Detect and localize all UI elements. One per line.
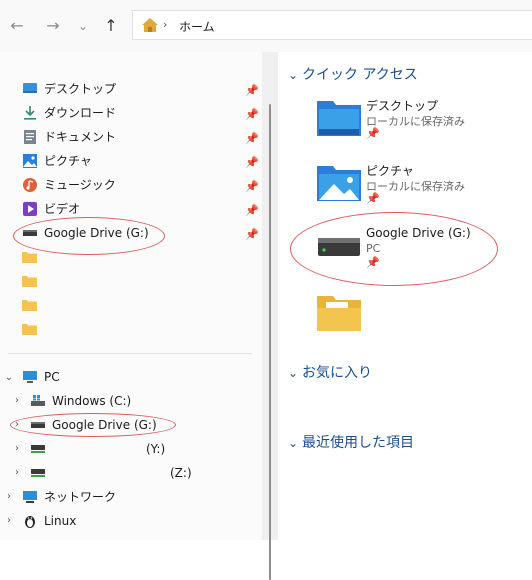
video-icon: [23, 202, 37, 216]
toolbar: ← → ⌄ ↑ › ホーム: [0, 0, 532, 52]
scrollbar-thumb[interactable]: [269, 104, 271, 580]
section-title: クイック アクセス: [302, 67, 418, 83]
pictures-icon: [23, 154, 37, 168]
forward-button[interactable]: →: [42, 16, 64, 36]
divider: [8, 353, 252, 354]
tree-item-linux[interactable]: Linux: [22, 510, 222, 532]
network-icon: [23, 491, 37, 503]
chevron-down-icon: ⌄: [288, 68, 299, 82]
section-quick-access[interactable]: ⌄ クイック アクセス: [288, 64, 418, 84]
pin-icon[interactable]: 📌: [245, 181, 259, 193]
tile-subtitle: ローカルに保存済み: [366, 180, 465, 193]
tree-item-label: Windows (C:): [52, 394, 132, 408]
chevron-down-icon: ⌄: [288, 366, 299, 380]
sidebar-item-label: ドキュメント: [44, 130, 117, 144]
sidebar-item-label: デスクトップ: [44, 82, 117, 96]
breadcrumb-separator: ›: [163, 18, 168, 31]
pin-icon[interactable]: 📌: [245, 205, 259, 217]
highlight-annotation: [13, 217, 165, 255]
pin-icon: 📌: [366, 192, 380, 205]
tree-item-pc[interactable]: PC: [22, 366, 222, 388]
folder-icon[interactable]: [22, 251, 37, 263]
address-bar[interactable]: › ホーム: [132, 10, 532, 40]
tree-item-network-drive-z[interactable]: (Z:): [30, 462, 230, 484]
navigation-scrollbar[interactable]: [262, 52, 278, 580]
section-favorites[interactable]: ⌄ お気に入り: [288, 362, 372, 382]
tile-title: ピクチャ: [366, 164, 414, 178]
desktop-folder-icon: [317, 101, 361, 136]
music-icon: [23, 178, 37, 192]
sidebar-item-documents[interactable]: ドキュメント: [22, 126, 242, 148]
navigation-pane: デスクトップ 📌 ダウンロード 📌 ドキュメント 📌 ピクチャ 📌 ミュージック…: [0, 52, 262, 540]
tile-pictures[interactable]: ピクチャ ローカルに保存済み 📌: [316, 162, 516, 208]
sidebar-item-label: ダウンロード: [44, 106, 117, 120]
home-icon: [142, 18, 158, 32]
pin-icon[interactable]: 📌: [245, 133, 259, 145]
sidebar-item-pictures[interactable]: ピクチャ: [22, 150, 242, 172]
up-button[interactable]: ↑: [100, 16, 122, 36]
download-icon: [24, 106, 36, 120]
pin-icon[interactable]: 📌: [245, 109, 259, 121]
pin-icon[interactable]: 📌: [245, 85, 259, 97]
pc-icon: [23, 371, 37, 383]
chevron-right-icon[interactable]: ›: [4, 491, 14, 502]
tree-item-network-drive-y[interactable]: (Y:): [30, 438, 230, 460]
sidebar-item-desktop[interactable]: デスクトップ: [22, 78, 242, 100]
chevron-right-icon[interactable]: ›: [12, 395, 22, 406]
desktop-icon: [23, 83, 37, 93]
highlight-annotation: [10, 413, 176, 437]
folder-icon[interactable]: [316, 292, 362, 332]
sidebar-item-downloads[interactable]: ダウンロード: [22, 102, 242, 124]
chevron-down-icon: ⌄: [288, 436, 299, 450]
pictures-folder-icon: [317, 166, 361, 201]
linux-penguin-icon: [25, 516, 35, 528]
sidebar-item-label: ピクチャ: [44, 154, 92, 168]
tree-item-windows-c[interactable]: Windows (C:): [30, 390, 230, 412]
section-recent[interactable]: ⌄ 最近使用した項目: [288, 432, 414, 452]
network-drive-icon: [31, 469, 45, 477]
tile-subtitle: ローカルに保存済み: [366, 115, 465, 128]
windows-drive-icon: [31, 395, 45, 406]
highlight-annotation: [290, 212, 498, 286]
folder-icon[interactable]: [22, 323, 37, 335]
section-title: お気に入り: [302, 365, 372, 381]
chevron-right-icon[interactable]: ›: [12, 467, 22, 478]
back-button[interactable]: ←: [6, 16, 28, 36]
pin-icon[interactable]: 📌: [245, 157, 259, 169]
sidebar-item-music[interactable]: ミュージック: [22, 174, 242, 196]
tree-item-label: PC: [44, 370, 60, 384]
folder-icon[interactable]: [22, 275, 37, 287]
recent-locations-button[interactable]: ⌄: [72, 16, 94, 36]
breadcrumb-home[interactable]: ホーム: [179, 18, 215, 35]
tree-item-label: Linux: [44, 514, 77, 528]
pin-icon: 📌: [366, 127, 380, 140]
content-pane: ⌄ クイック アクセス デスクトップ ローカルに保存済み 📌 ピクチャ ローカルに…: [278, 52, 532, 540]
document-icon: [24, 130, 36, 144]
tile-desktop[interactable]: デスクトップ ローカルに保存済み 📌: [316, 97, 516, 143]
sidebar-item-label: ミュージック: [44, 178, 116, 192]
folder-icon[interactable]: [22, 299, 37, 311]
section-title: 最近使用した項目: [302, 435, 414, 451]
network-drive-icon: [31, 445, 45, 453]
tree-item-label: (Z:): [170, 466, 192, 480]
tile-title: デスクトップ: [366, 99, 439, 113]
tree-item-label: ネットワーク: [44, 490, 117, 504]
sidebar-item-videos[interactable]: ビデオ: [22, 198, 242, 220]
tree-item-network[interactable]: ネットワーク: [22, 486, 222, 508]
pin-icon[interactable]: 📌: [245, 229, 259, 241]
chevron-down-icon[interactable]: ⌄: [4, 372, 14, 383]
chevron-right-icon[interactable]: ›: [4, 515, 14, 526]
chevron-right-icon[interactable]: ›: [12, 443, 22, 454]
tree-item-label: (Y:): [146, 442, 166, 456]
